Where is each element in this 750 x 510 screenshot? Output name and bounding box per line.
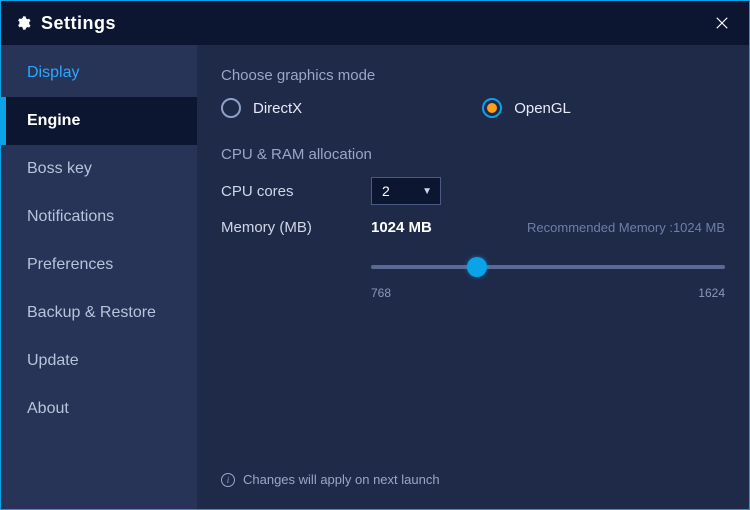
- memory-slider-thumb[interactable]: [467, 257, 487, 277]
- radio-circle-icon: [221, 98, 241, 118]
- graphics-mode-title: Choose graphics mode: [221, 67, 725, 84]
- sidebar-item-label: Boss key: [27, 160, 92, 178]
- graphics-mode-radios: DirectX OpenGL: [221, 98, 725, 118]
- radio-directx[interactable]: DirectX: [221, 98, 302, 118]
- sidebar-item-engine[interactable]: Engine: [1, 97, 197, 145]
- sidebar-item-about[interactable]: About: [1, 385, 197, 433]
- cpu-cores-select[interactable]: 2 ▼: [371, 177, 441, 205]
- footer-note-text: Changes will apply on next launch: [243, 472, 440, 487]
- memory-slider: 768 1624: [371, 258, 725, 300]
- recommended-memory-text: Recommended Memory :1024 MB: [527, 220, 725, 235]
- window-title: Settings: [41, 13, 116, 34]
- cpu-cores-value: 2: [382, 183, 390, 199]
- sidebar: Display Engine Boss key Notifications Pr…: [1, 45, 197, 509]
- sidebar-item-label: Engine: [27, 112, 80, 130]
- chevron-down-icon: ▼: [422, 186, 432, 197]
- radio-opengl[interactable]: OpenGL: [482, 98, 571, 118]
- sidebar-item-label: Update: [27, 352, 79, 370]
- memory-row: Memory (MB) 1024 MB Recommended Memory :…: [221, 219, 725, 236]
- sidebar-item-notifications[interactable]: Notifications: [1, 193, 197, 241]
- close-button[interactable]: [709, 10, 735, 36]
- main-panel: Choose graphics mode DirectX OpenGL CPU …: [197, 45, 749, 509]
- settings-window: Settings Display Engine Boss key Notific…: [0, 0, 750, 510]
- radio-label: DirectX: [253, 100, 302, 117]
- sidebar-item-label: Display: [27, 64, 79, 82]
- memory-value: 1024 MB: [371, 219, 432, 236]
- memory-label: Memory (MB): [221, 219, 371, 236]
- sidebar-item-boss-key[interactable]: Boss key: [1, 145, 197, 193]
- radio-circle-icon: [482, 98, 502, 118]
- footer-note: i Changes will apply on next launch: [221, 472, 725, 497]
- sidebar-item-label: Preferences: [27, 256, 113, 274]
- titlebar: Settings: [1, 1, 749, 45]
- radio-label: OpenGL: [514, 100, 571, 117]
- sidebar-item-label: About: [27, 400, 69, 418]
- gear-icon: [15, 15, 31, 31]
- allocation-title: CPU & RAM allocation: [221, 146, 725, 163]
- sidebar-item-label: Notifications: [27, 208, 114, 226]
- cpu-row: CPU cores 2 ▼: [221, 177, 725, 205]
- sidebar-item-backup-restore[interactable]: Backup & Restore: [1, 289, 197, 337]
- cpu-cores-label: CPU cores: [221, 183, 371, 200]
- slider-min-label: 768: [371, 286, 391, 300]
- info-icon: i: [221, 473, 235, 487]
- slider-max-label: 1624: [698, 286, 725, 300]
- sidebar-item-preferences[interactable]: Preferences: [1, 241, 197, 289]
- sidebar-item-display[interactable]: Display: [1, 49, 197, 97]
- sidebar-item-update[interactable]: Update: [1, 337, 197, 385]
- memory-slider-track[interactable]: [371, 258, 725, 276]
- sidebar-item-label: Backup & Restore: [27, 304, 156, 322]
